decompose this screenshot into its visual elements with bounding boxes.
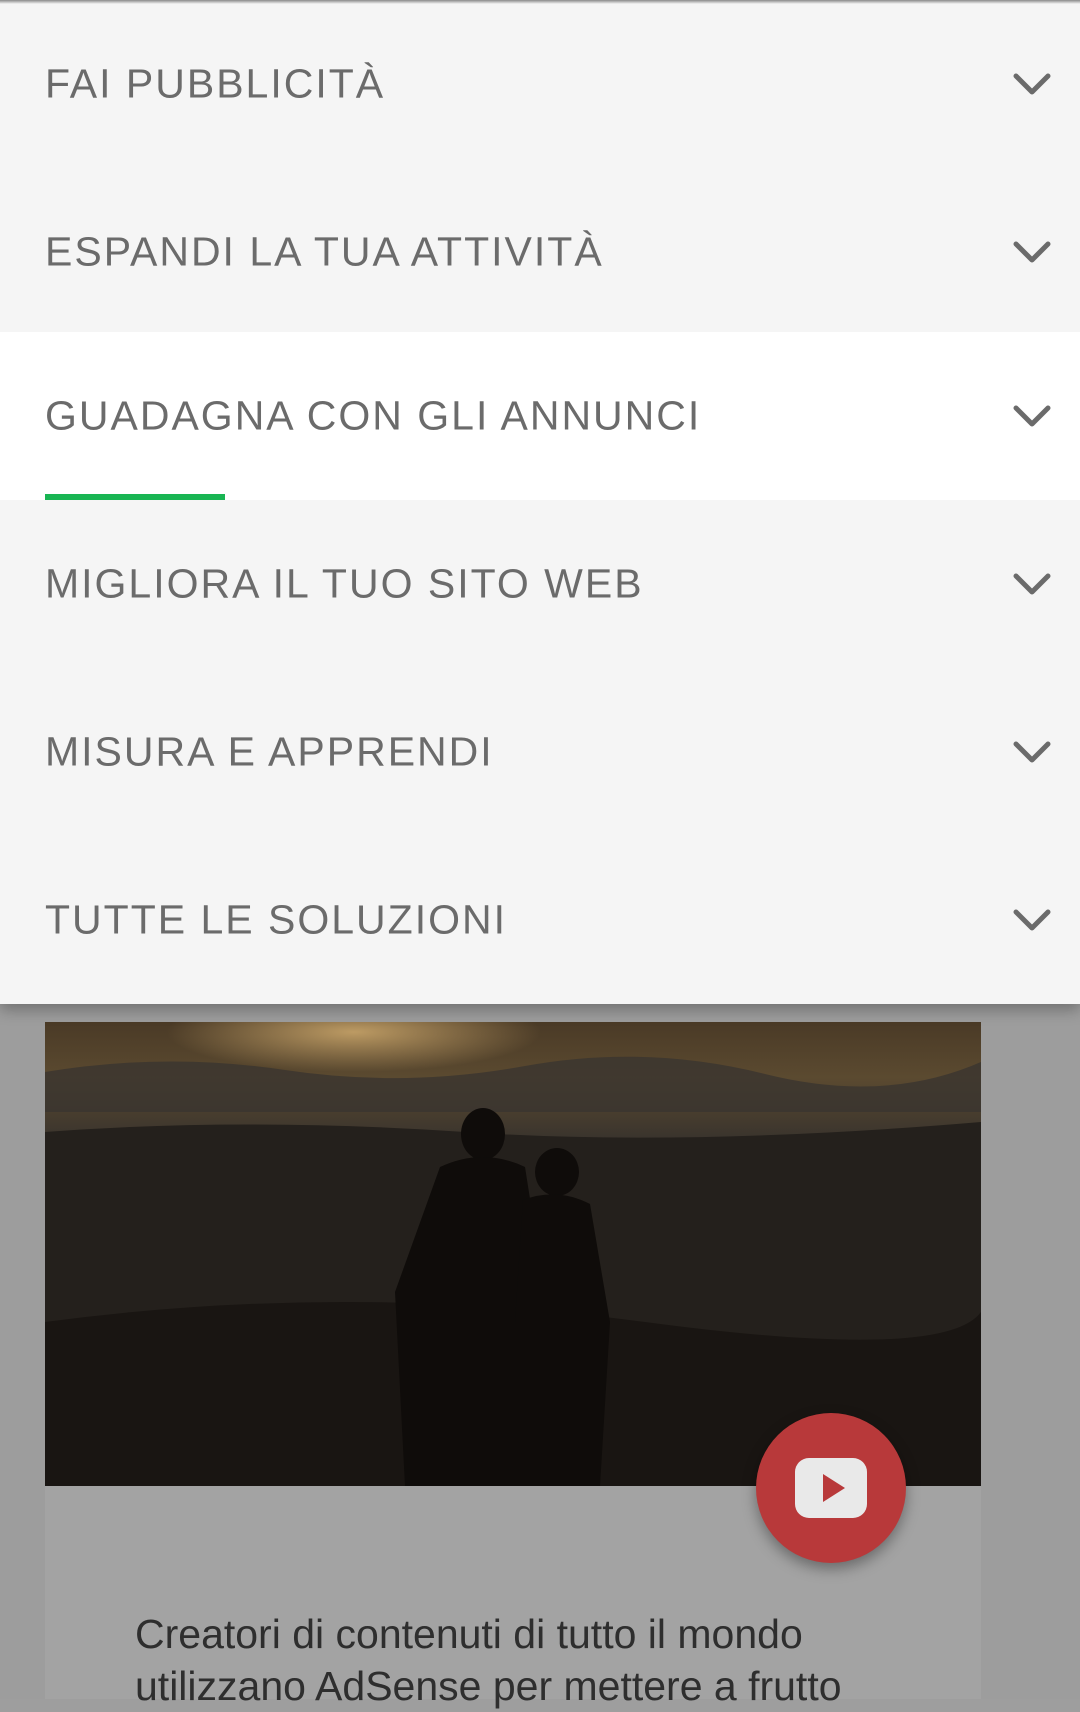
menu-item-label: TUTTE LE SOLUZIONI bbox=[45, 896, 507, 943]
menu-item-label: ESPANDI LA TUA ATTIVITÀ bbox=[45, 228, 604, 275]
menu-item-fai-pubblicita[interactable]: FAI PUBBLICITÀ bbox=[0, 0, 1080, 168]
menu-item-label: MISURA E APPRENDI bbox=[45, 728, 494, 775]
youtube-play-icon bbox=[795, 1458, 867, 1518]
menu-item-label: MIGLIORA IL TUO SITO WEB bbox=[45, 560, 644, 607]
menu-item-tutte-soluzioni[interactable]: TUTTE LE SOLUZIONI bbox=[0, 836, 1080, 1004]
chevron-down-icon[interactable] bbox=[1012, 739, 1052, 765]
chevron-down-icon[interactable] bbox=[1012, 403, 1052, 429]
solutions-dropdown-menu: FAI PUBBLICITÀ ESPANDI LA TUA ATTIVITÀ G… bbox=[0, 0, 1080, 1004]
menu-item-guadagna-annunci[interactable]: GUADAGNA CON GLI ANNUNCI bbox=[0, 332, 1080, 500]
menu-item-label: GUADAGNA CON GLI ANNUNCI bbox=[45, 392, 702, 439]
chevron-down-icon[interactable] bbox=[1012, 571, 1052, 597]
menu-item-misura-apprendi[interactable]: MISURA E APPRENDI bbox=[0, 668, 1080, 836]
chevron-down-icon[interactable] bbox=[1012, 71, 1052, 97]
menu-item-espandi-attivita[interactable]: ESPANDI LA TUA ATTIVITÀ bbox=[0, 168, 1080, 336]
menu-item-label: FAI PUBBLICITÀ bbox=[45, 60, 386, 107]
chevron-down-icon[interactable] bbox=[1012, 907, 1052, 933]
chevron-down-icon[interactable] bbox=[1012, 239, 1052, 265]
menu-item-migliora-sito[interactable]: MIGLIORA IL TUO SITO WEB bbox=[0, 500, 1080, 668]
card-description: Creatori di contenuti di tutto il mondo … bbox=[135, 1611, 842, 1709]
play-video-button[interactable] bbox=[756, 1413, 906, 1563]
